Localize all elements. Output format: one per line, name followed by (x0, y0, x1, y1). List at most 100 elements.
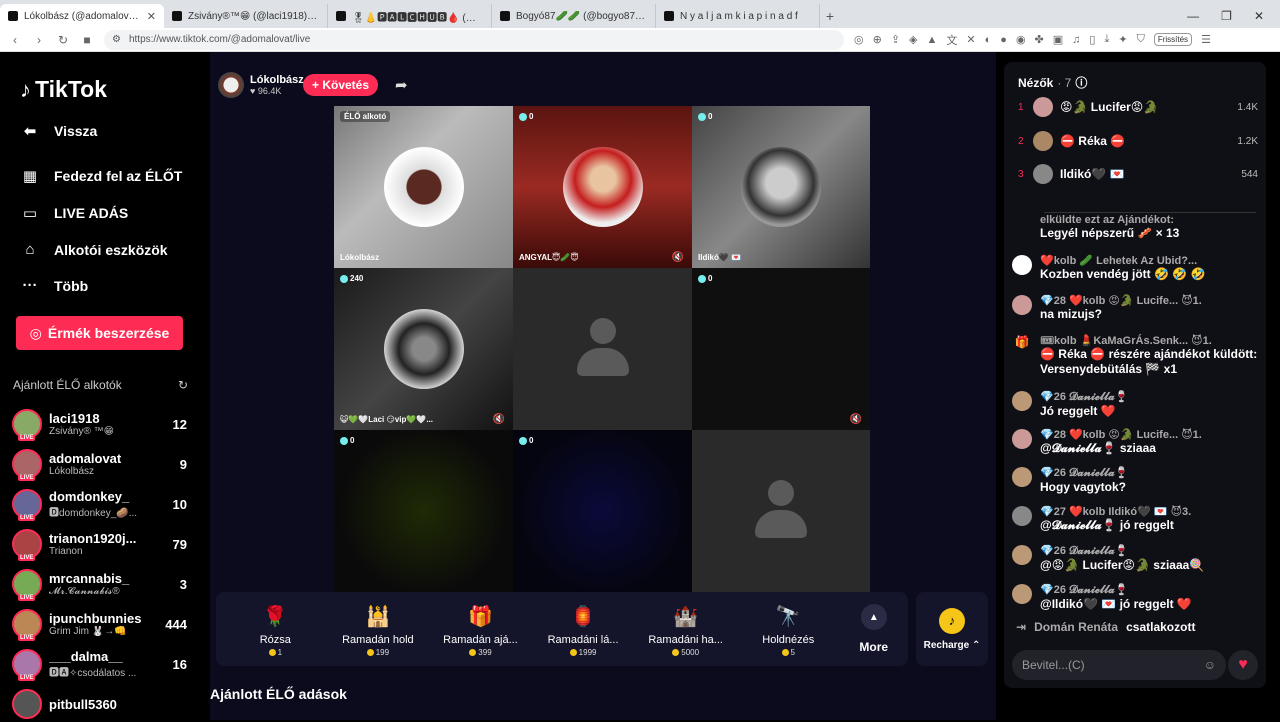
chat-message[interactable]: 💎26 𝓓𝓪𝓷𝓲𝓮𝓵𝓵𝓪🍷 Hogy vagytok? (1012, 466, 1262, 495)
left-sidebar: ♪ TikTok ⬅ Vissza ▦ Fedezd fel az ÉLŐT ▭ LIV… (0, 52, 210, 720)
browser-tab[interactable]: Bogyó87🥒🥒 (@bogyo87_) ÉLŐ a (492, 4, 656, 28)
guest-cell-empty[interactable] (692, 430, 870, 592)
browser-tab[interactable]: Zsivány®™😁 (@laci1918) ÉLŐ adás (164, 4, 328, 28)
recommended-creator[interactable]: LIVE ipunchbunnies Grim Jim 🐰→👊 444 (12, 606, 187, 642)
new-tab-button[interactable]: + (820, 4, 840, 28)
gift-item[interactable]: 🏮 Ramadáni lá... 1999 (532, 602, 635, 657)
avatar (1033, 97, 1053, 117)
chat-message[interactable]: 💎26 𝓓𝓪𝓷𝓲𝓮𝓵𝓵𝓪🍷 @Ildikó🖤 💌 jó reggelt ❤️ (1012, 583, 1262, 612)
menu-icon[interactable]: ☰ (1201, 33, 1211, 46)
recommended-creator[interactable]: LIVE adomalovat Lókolbász 9 (12, 446, 187, 482)
emoji-icon[interactable]: ☺ (1204, 658, 1216, 672)
bookmark-icon[interactable]: ■ (80, 33, 94, 47)
like-heart-button[interactable]: ♥ (1228, 650, 1258, 680)
gift-item[interactable]: 🔭 Holdnézés 5 (737, 602, 840, 657)
extension-icon[interactable]: ◉ (1016, 33, 1026, 46)
get-coins-button[interactable]: ◎ Érmék beszerzése (16, 316, 183, 350)
gift-item[interactable]: 🏰 Ramadáni ha... 5000 (634, 602, 737, 657)
gift-item[interactable]: 🌹 Rózsa 1 (224, 602, 327, 657)
recommended-creator[interactable]: LIVE mrcannabis_ 𝓜𝓻.𝓒𝓪𝓷𝓷𝓪𝓫𝓲𝓼® 3 (12, 566, 187, 602)
music-icon[interactable]: ♫ (1072, 34, 1080, 46)
tiktok-logo[interactable]: ♪ TikTok (20, 76, 107, 103)
guest-cell[interactable]: 0 (334, 430, 513, 592)
browser-tab[interactable]: Lókolbász (@adomalovat) Élő✕ (0, 4, 164, 28)
rose-icon: 🌹 (262, 606, 288, 628)
host-info[interactable]: Lókolbász ♥ 96.4K (218, 72, 304, 98)
chat-message[interactable]: ❤️kolb 🥒 Lehetek Az Ubid?... Kozben vendé… (1012, 254, 1262, 282)
nav-more[interactable]: ··· Több (20, 277, 89, 294)
share-icon[interactable]: ➦ (395, 76, 408, 94)
address-bar[interactable]: ⚙ https://www.tiktok.com/@adomalovat/liv… (104, 29, 844, 50)
back-link[interactable]: ⬅ Vissza (20, 122, 98, 140)
browser-tab[interactable]: 🎖👃🅿🅰🅻🅲🅷🆄🅱🩸 (@gabor (328, 4, 492, 28)
guest-cell[interactable]: 0 Ildikó🖤 💌 (692, 106, 870, 268)
chat-message[interactable]: 💎28 ❤️kolb 😡🐊 Lucife... 😈1. @𝓓𝓪𝓷𝓲𝓮𝓵𝓵𝓪🍷 sz… (1012, 428, 1262, 456)
nav-creator-tools[interactable]: ⌂ Alkotói eszközök (20, 241, 167, 258)
zoom-icon[interactable]: ⊕ (873, 33, 882, 46)
chat-message[interactable]: elküldte ezt az Ajándékot: Legyél népszer… (1012, 214, 1262, 241)
forward-icon[interactable]: › (32, 33, 46, 47)
extension-icon[interactable]: ▲ (927, 34, 938, 46)
maximize-icon[interactable]: ❐ (1221, 9, 1232, 23)
extension-icon[interactable]: ✦ (1118, 33, 1127, 46)
extension-icon[interactable]: ◐ (985, 34, 992, 46)
guest-avatar (383, 147, 464, 227)
recharge-button[interactable]: ♪ Recharge ⌃ (916, 592, 988, 666)
extension-icon[interactable]: ✕ (966, 33, 975, 46)
top-viewer[interactable]: 3 Ildikó🖤 💌 544 (1018, 163, 1258, 185)
muted-mic-icon: 🔇 (849, 414, 862, 425)
recommended-creator[interactable]: pitbull5360 (12, 686, 187, 722)
top-viewer[interactable]: 2 ⛔ Réka ⛔ 1.2K (1018, 130, 1258, 152)
gift-item[interactable]: 🕌 Ramadán hold 199 (327, 602, 430, 657)
chat-message[interactable]: 💎26 𝓓𝓪𝓷𝓲𝓮𝓵𝓵𝓪🍷 @😡🐊 Lucifer😡🐊 sziaaa🍭 (1012, 544, 1262, 573)
gift-item[interactable]: 🎁 Ramadán ajá... 399 (429, 602, 532, 657)
guest-cell[interactable]: ÉLŐ alkotó Lókolbász (334, 106, 513, 268)
close-tab-icon[interactable]: ✕ (147, 10, 156, 23)
refresh-button[interactable]: Frissítés (1153, 33, 1193, 46)
back-icon[interactable]: ‹ (8, 33, 22, 47)
host-avatar (218, 72, 244, 98)
extension-icon[interactable]: ▣ (1053, 33, 1063, 46)
minimize-icon[interactable]: — (1187, 9, 1199, 23)
nav-live-broadcast[interactable]: ▭ LIVE ADÁS (20, 204, 128, 222)
nav-explore-live[interactable]: ▦ Fedezd fel az ÉLŐT (20, 167, 182, 185)
sidebar-icon[interactable]: ▯ (1089, 33, 1095, 46)
close-window-icon[interactable]: ✕ (1254, 9, 1264, 23)
info-icon[interactable]: ⓘ (1075, 74, 1087, 91)
gift-message[interactable]: 🎁 🎟kolb 💄KaMaGrÁs.Senk... 😈1. ⛔ Réka ⛔ rés… (1012, 334, 1262, 377)
avatar (1012, 429, 1032, 449)
recommended-creator[interactable]: LIVE laci1918 Zsivány® ™😁 12 (12, 406, 187, 442)
reload-icon[interactable]: ↻ (56, 33, 70, 47)
translate-icon[interactable]: 文 (946, 32, 957, 48)
browser-tab[interactable]: N y a l j a m k i a p i n a d f (656, 4, 820, 28)
recommended-creator[interactable]: LIVE trianon1920j... Trianon 79 (12, 526, 187, 562)
guest-cell[interactable]: 0 (513, 430, 692, 592)
chat-message[interactable]: 💎27 ❤️kolb Ildikó🖤 💌 😈3. @𝓓𝓪𝓷𝓲𝓮𝓵𝓵𝓪🍷 jó re… (1012, 505, 1262, 533)
gift-icon: 🎁 (1014, 335, 1030, 349)
guest-cell[interactable]: 0 🔇 (692, 268, 870, 430)
recommended-creator[interactable]: LIVE ___dalma__ 🅳🅰✧csodálatos ... 16 (12, 646, 187, 682)
guest-cell[interactable]: 0 ANGYAL😇🥒😇 🔇 (513, 106, 692, 268)
avatar (1012, 545, 1032, 565)
extension-icon[interactable]: ◈ (909, 33, 917, 46)
site-info-icon[interactable]: ⚙ (112, 34, 121, 45)
share-icon[interactable]: ⇪ (891, 33, 900, 46)
guest-cell-empty[interactable] (513, 268, 692, 430)
chat-message[interactable]: 💎28 ❤️kolb 😡🐊 Lucife... 😈1. na mizujs? (1012, 294, 1262, 322)
more-gifts-button[interactable]: ▲ More (840, 604, 908, 654)
recommended-creator[interactable]: LIVE domdonkey_ 🅳domdonkey_🥔... 10 (12, 486, 187, 522)
follow-button[interactable]: + Követés (303, 74, 378, 96)
refresh-icon[interactable]: ↻ (178, 378, 188, 392)
browser-toolbar: ‹ › ↻ ■ ⚙ https://www.tiktok.com/@adomal… (0, 28, 1280, 52)
download-icon[interactable]: ⤓ (1104, 33, 1109, 46)
extension-icon[interactable]: ◎ (854, 33, 864, 46)
puzzle-icon[interactable]: ✤ (1035, 33, 1044, 46)
top-viewer[interactable]: 1 😡🐊 Lucifer😡🐊 1.4K (1018, 96, 1258, 118)
chat-input[interactable]: Bevitel...(C) ☺ (1012, 650, 1226, 680)
guest-cell[interactable]: 240 😺💚🤍Laci 😏vip💚🤍... 🔇 (334, 268, 513, 430)
coin-icon (569, 648, 577, 656)
chat-message[interactable]: 💎26 𝓓𝓪𝓷𝓲𝓮𝓵𝓵𝓪🍷 Jó reggelt ❤️ (1012, 390, 1262, 419)
shield-icon[interactable]: ⛉ (1137, 33, 1145, 46)
tiktok-coin-icon: ♪ (939, 607, 965, 634)
extension-icon[interactable]: ● (1000, 34, 1007, 46)
